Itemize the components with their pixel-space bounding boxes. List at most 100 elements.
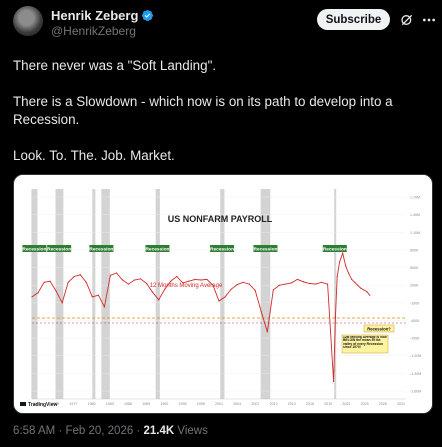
series-point [194,278,196,281]
series-point [146,282,148,285]
chart-image[interactable]: US NONFARM PAYROLL 12 Months Moving Aver… [13,174,433,414]
y-tick-label: -700K [410,337,420,341]
y-tick-label: 1.70M [410,196,420,200]
series-point [31,296,33,298]
views-count: 21.4K [143,425,175,437]
series-point [37,292,39,294]
recession-label: Recession [323,247,347,253]
tweet-time[interactable]: 6:58 AM [13,425,55,437]
y-tick-label: -400K [410,319,420,323]
recession-label: Recession [22,247,46,253]
x-tick-label: 2010 [270,402,278,406]
series-point [67,281,69,283]
series-point [302,281,305,283]
verified-badge-icon [142,9,154,22]
separator: · [136,425,141,437]
x-tick-label: 2025 [361,402,369,406]
series-point [182,282,184,284]
series-point [43,281,45,283]
x-tick-label: 2031 [397,402,405,406]
series-point [351,278,353,281]
series-point [290,282,292,284]
series-point [272,289,274,291]
avatar[interactable] [13,6,43,36]
note-text: 12M Moving Average is now BELOW the mean… [343,335,387,350]
author-name[interactable]: Henrik Zeberg [51,8,138,23]
x-tick-label: 1989 [142,402,150,406]
series-point [103,306,105,308]
grok-icon[interactable] [399,12,415,28]
series-point [109,274,112,276]
series-point [61,302,63,304]
series-point [73,275,75,278]
y-tick-label: -1.00M [410,354,421,358]
recession-band [92,189,96,399]
tweet-paragraph: There is a Slowdown - which now is on it… [13,94,393,127]
x-tick-label: 1995 [179,402,187,406]
series-point [334,316,337,318]
y-tick-label: 1.10M [410,231,420,235]
tweet-date[interactable]: Feb 20, 2026 [65,425,133,437]
series-point [296,278,299,281]
watermark-text: TradingView [28,402,57,408]
recession-label: Recession [47,247,71,253]
series-point [278,284,280,286]
series-point [224,296,226,298]
x-tick-label: 2001 [215,402,223,406]
series-point [230,288,232,290]
x-tick-label: 2007 [251,402,259,406]
recession-label: Recession [89,247,113,253]
x-tick-label: 1986 [124,402,132,406]
series-point [91,296,93,298]
series-point [314,283,317,285]
recession-label: Recession [210,247,234,253]
series-point [200,279,202,281]
views-label: Views [177,425,208,437]
separator: · [58,425,63,437]
series-point [284,283,286,285]
series-point [133,279,136,281]
tweet-paragraph: Look. To. The. Job. Market. [13,148,175,163]
y-tick-label: -1.30M [410,372,421,376]
series-point [360,287,362,289]
x-tick-label: 1977 [69,402,77,406]
x-tick-label: 1983 [106,402,114,406]
x-tick-label: 1980 [88,402,96,406]
series-point [127,283,130,285]
author-row: Henrik Zeberg [51,8,154,23]
x-tick-label: 2016 [306,402,314,406]
series-point [206,278,208,281]
tweet-paragraph: There never was a "Soft Landing". [13,58,217,73]
more-icon[interactable] [421,12,437,28]
series-point [158,299,160,301]
series-point [85,281,87,283]
recession-question-box: Recession? [363,324,395,333]
x-tick-label: 2013 [288,402,296,406]
series-point [139,278,142,280]
series-point [115,272,118,274]
series-point [333,380,335,383]
series-point [212,284,214,286]
y-tick-label: 1.40M [410,213,420,217]
series-point [188,280,190,282]
y-tick-label: 500K [410,266,419,270]
x-tick-label: 2028 [379,402,387,406]
series-point [248,283,250,285]
recession-label: Recession [145,247,169,253]
x-tick-label: 1992 [160,402,168,406]
author-handle[interactable]: @HenrikZeberg [51,24,136,38]
y-tick-label: -1.60M [410,390,421,394]
series-point [339,261,341,263]
recession-band [155,189,160,399]
subscribe-button[interactable]: Subscribe [317,9,390,30]
series-point [176,275,178,278]
series-point [170,280,172,282]
series-point [121,279,124,281]
series-point [254,289,256,292]
series-point [242,281,244,283]
series-point [357,284,359,286]
series-point [348,272,350,275]
note-box: 12M Moving Average is now BELOW the mean… [341,334,389,354]
series-point [79,274,81,276]
y-tick-label: -100K [410,301,420,305]
